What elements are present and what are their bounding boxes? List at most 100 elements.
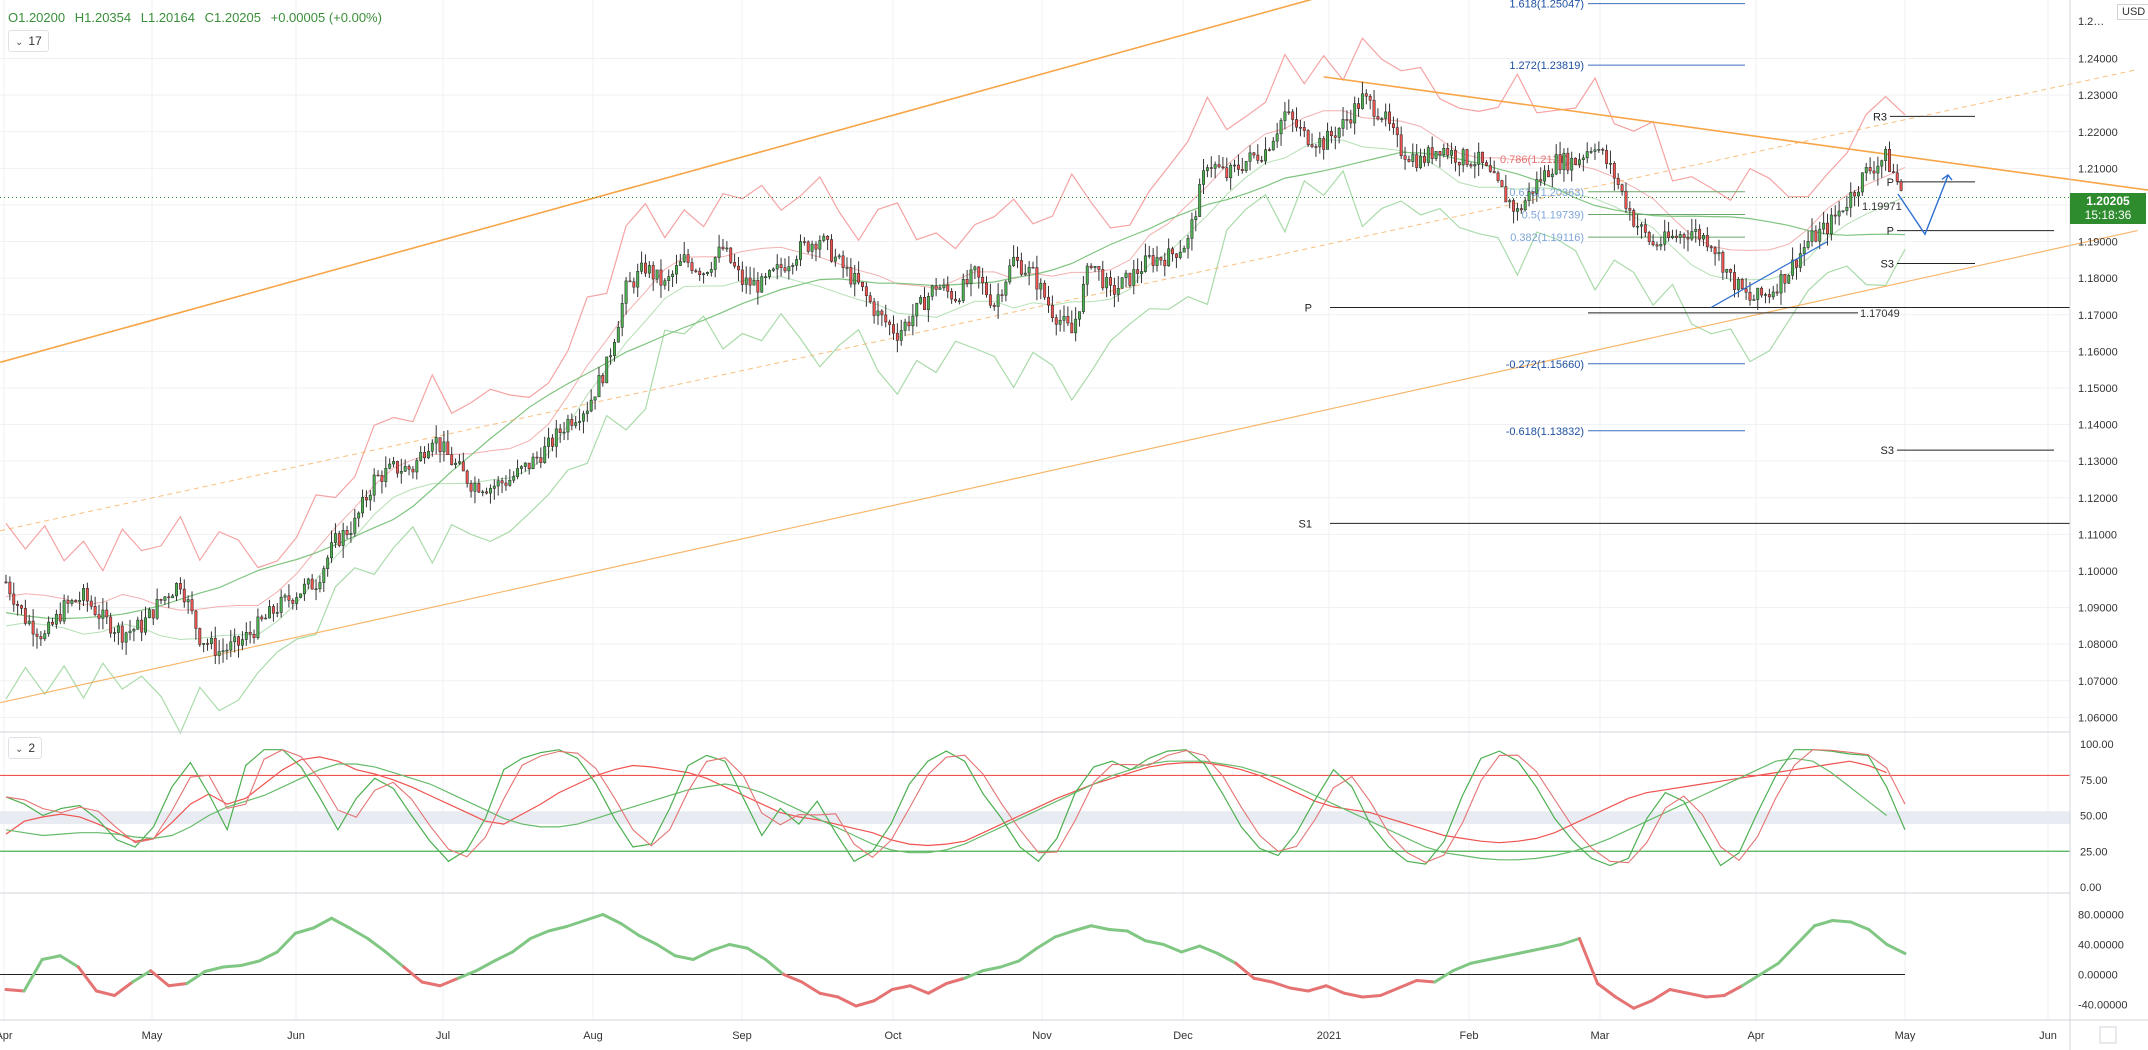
candle-body (547, 437, 551, 447)
candle-body (16, 604, 20, 606)
candle-body (1508, 200, 1512, 203)
price-axis[interactable]: 1.240001.230001.220001.210001.200001.190… (2078, 16, 2118, 724)
candle-body (388, 463, 392, 469)
candle-body (155, 599, 159, 619)
candle-body (1752, 299, 1756, 301)
axis-settings-icon (2099, 1026, 2117, 1044)
histogram-segment (239, 959, 261, 967)
candle-body (845, 267, 849, 269)
oscillator-tick-label: 0.00 (2080, 882, 2101, 894)
candle-body (1632, 210, 1636, 227)
candle-body (1558, 154, 1562, 171)
candle-body (1202, 170, 1205, 185)
candle-body (969, 269, 973, 284)
oscillator-tick-label: 100.00 (2080, 739, 2114, 751)
candle-body (1178, 251, 1182, 258)
histogram-segment (1867, 928, 1889, 946)
candle-body (105, 609, 109, 618)
candle-body (361, 497, 364, 514)
candle-body (1349, 119, 1353, 124)
candle-body (1054, 317, 1058, 325)
candle-body (1760, 287, 1764, 296)
candle-body (353, 517, 357, 534)
main-pane-indicators-toggle[interactable]: ⌄ 17 (8, 30, 49, 52)
candle-body (1333, 135, 1337, 138)
histogram-segment (58, 954, 80, 969)
candle-body (787, 266, 791, 272)
candle-body (837, 255, 841, 258)
oscillator-fast-line (5, 749, 1906, 867)
candle-body (1705, 235, 1709, 248)
histogram-segment (76, 965, 98, 993)
candle-body (1000, 294, 1004, 296)
candle-body (1876, 165, 1880, 174)
candle-body (97, 614, 101, 619)
candle-body (1496, 172, 1500, 181)
candle-body (795, 259, 799, 266)
pivot-label: S1 (1299, 518, 1312, 530)
ohlc-low: L1.20164 (140, 10, 195, 25)
candle-body (318, 582, 322, 590)
chart-canvas[interactable]: R3 P P S3 P S3 S1 1.618(1.25047) 1.272(1.23819)… (0, 0, 2148, 1050)
candle-body (1419, 155, 1423, 168)
candle-body (504, 482, 508, 486)
candle-body (729, 247, 733, 263)
time-axis[interactable]: Apr May Jun Jul Aug Sep Oct Nov Dec 2021 Feb Mar Apr… (0, 1026, 2117, 1044)
candle-body (419, 452, 423, 461)
candle-body (1469, 164, 1473, 167)
candle-body (1562, 152, 1566, 171)
candle-body (996, 294, 1000, 307)
candle-body (593, 396, 597, 401)
candle-body (182, 588, 186, 603)
candle-body (508, 479, 512, 486)
histogram-segment (293, 926, 315, 935)
candle-body (1089, 265, 1093, 268)
candle-body (1345, 119, 1349, 121)
candle-body (1395, 127, 1399, 136)
candle-body (66, 600, 70, 604)
candle-body (527, 462, 531, 470)
candle-body (1457, 162, 1461, 166)
candle-body (554, 428, 558, 447)
histogram-segment (1541, 943, 1563, 950)
candle-body (1027, 266, 1031, 274)
candle-body (1868, 167, 1872, 172)
candle-body (151, 609, 155, 619)
candle-body (1186, 238, 1190, 249)
candle-body (1112, 285, 1116, 295)
histogram-segment (22, 958, 44, 993)
candle-body (469, 483, 473, 492)
time-tick-label: Sep (732, 1030, 752, 1042)
candle-body (1101, 269, 1105, 289)
candle-body (120, 625, 124, 643)
price-tick-label: 1.10000 (2078, 566, 2118, 578)
histogram-segment (1017, 946, 1039, 963)
candle-body (1814, 230, 1818, 242)
histogram-segment (1831, 919, 1853, 924)
candle-body (364, 497, 368, 501)
candle-body (1609, 162, 1612, 165)
main-pane-indicator-count: 17 (28, 34, 42, 48)
histogram-segment (1794, 924, 1817, 946)
candle-body (442, 441, 446, 453)
candle-body (1411, 154, 1415, 162)
candle-body (1853, 192, 1857, 197)
candle-body (82, 588, 85, 601)
candle-body (1124, 272, 1128, 278)
candle-body (632, 281, 636, 288)
candle-body (78, 600, 82, 603)
histogram-segment (854, 999, 876, 1008)
candle-body (372, 474, 376, 496)
candle-body (209, 637, 213, 645)
candle-body (136, 619, 140, 630)
candle-body (768, 270, 771, 277)
candle-body (1329, 130, 1333, 137)
candle-body (806, 241, 810, 252)
candle-body (589, 399, 593, 412)
histogram-segment (366, 937, 388, 954)
pivot-levels: R3 P P S3 P S3 S1 (1299, 111, 2070, 530)
oscillator-pane-indicators-toggle[interactable]: ⌄ 2 (8, 737, 43, 759)
currency-badge[interactable]: USD (2117, 4, 2148, 20)
candle-body (345, 530, 349, 536)
candle-body (1779, 274, 1783, 294)
